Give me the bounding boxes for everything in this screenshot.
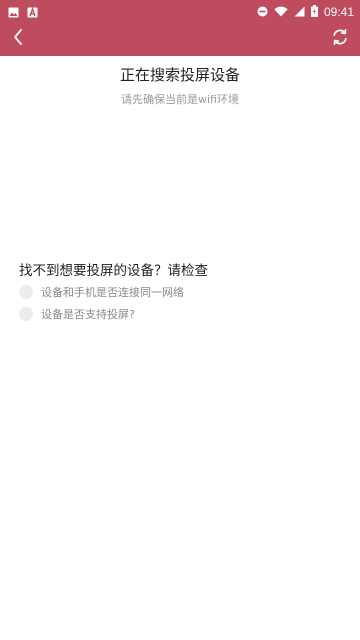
a-notification-icon [27, 3, 38, 18]
page-subtitle: 请先确保当前是wifi环境 [121, 93, 239, 106]
check-item-label: 设备和手机是否连接同一网络 [41, 286, 184, 299]
page-title: 正在搜索投屏设备 [119, 66, 240, 84]
list-item: 设备是否支持投屏? [19, 306, 135, 322]
chevron-left-icon [14, 29, 22, 45]
refresh-icon [333, 28, 347, 46]
check-circle-icon [19, 285, 33, 299]
toolbar [0, 18, 360, 56]
status-bar: 09:41 [0, 0, 360, 19]
back-button[interactable] [6, 25, 30, 49]
check-item-label: 设备是否支持投屏? [41, 308, 135, 321]
status-time: 09:41 [323, 4, 354, 19]
check-circle-icon [19, 307, 33, 321]
image-icon [8, 3, 19, 18]
list-item: 设备和手机是否连接同一网络 [19, 284, 184, 300]
help-title: 找不到想要投屏的设备？请检查 [19, 263, 208, 279]
status-left-icons [8, 3, 38, 18]
refresh-button[interactable] [328, 25, 352, 49]
